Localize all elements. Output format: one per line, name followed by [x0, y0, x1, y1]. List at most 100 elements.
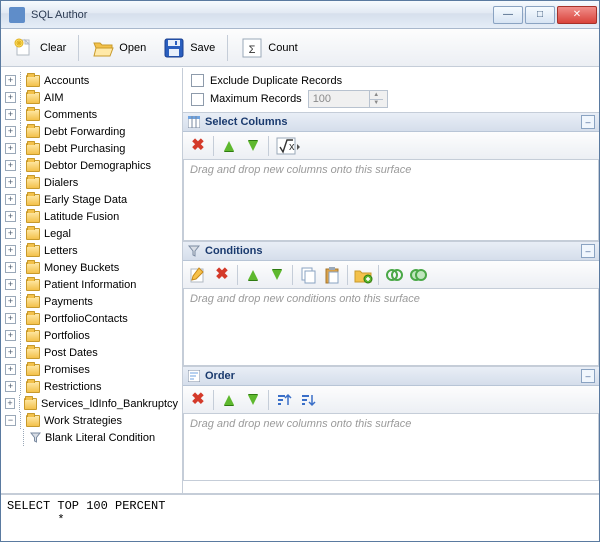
move-up-button[interactable]	[218, 135, 240, 157]
folder-open-icon	[91, 36, 115, 60]
tree-item[interactable]: +Latitude Fusion	[3, 208, 180, 225]
funnel-icon	[29, 432, 41, 444]
tree-item[interactable]: + Services_IdInfo_Bankruptcy	[3, 395, 180, 412]
expander-icon[interactable]: +	[5, 313, 16, 324]
tree-item[interactable]: +Payments	[3, 293, 180, 310]
copy-button[interactable]	[297, 264, 319, 286]
group-button[interactable]	[352, 264, 374, 286]
minimize-button[interactable]: —	[493, 6, 523, 24]
conditions-surface[interactable]: Drag and drop new conditions onto this s…	[183, 289, 599, 366]
move-down-button[interactable]	[242, 135, 264, 157]
tree-item[interactable]: + Post Dates	[3, 344, 180, 361]
expander-icon[interactable]: +	[5, 245, 16, 256]
select-columns-surface[interactable]: Drag and drop new columns onto this surf…	[183, 160, 599, 241]
maximum-records-input: 100 ▲▼	[308, 90, 388, 108]
tree-item[interactable]: +Legal	[3, 225, 180, 242]
aggregate-button[interactable]: x	[273, 135, 305, 157]
tree-item[interactable]: +Debt Purchasing	[3, 140, 180, 157]
tree-item[interactable]: + Money Buckets	[3, 259, 180, 276]
folder-icon	[26, 313, 40, 325]
arrow-up-icon	[224, 395, 234, 405]
filter-icon	[187, 244, 201, 258]
maximum-records-checkbox[interactable]	[191, 93, 204, 106]
delete-button[interactable]: ✖	[187, 135, 209, 157]
folder-icon	[26, 143, 40, 155]
expander-icon[interactable]: +	[5, 211, 16, 222]
and-group-button[interactable]	[383, 264, 405, 286]
expander-icon[interactable]: +	[5, 364, 16, 375]
order-surface[interactable]: Drag and drop new columns onto this surf…	[183, 414, 599, 481]
arrow-down-icon	[248, 141, 258, 151]
open-button[interactable]: Open	[84, 33, 153, 63]
collapse-button[interactable]: –	[581, 369, 595, 383]
tree-label: Post Dates	[42, 347, 100, 359]
collapse-button[interactable]: –	[581, 115, 595, 129]
arrow-up-icon	[224, 141, 234, 151]
tree-item[interactable]: +Comments	[3, 106, 180, 123]
tree-item[interactable]: +Portfolios	[3, 327, 180, 344]
spin-down[interactable]: ▼	[370, 100, 383, 108]
tree-item[interactable]: +Promises	[3, 361, 180, 378]
expander-icon[interactable]: +	[5, 381, 16, 392]
count-button[interactable]: Σ Count	[233, 33, 304, 63]
tree-label: Patient Information	[42, 279, 138, 291]
expander-icon[interactable]: +	[5, 92, 16, 103]
expander-icon[interactable]: +	[5, 75, 16, 86]
expander-icon[interactable]: +	[5, 296, 16, 307]
tree-label: Money Buckets	[42, 262, 121, 274]
options-area: Exclude Duplicate Records Maximum Record…	[183, 68, 599, 112]
delete-button[interactable]: ✖	[211, 264, 233, 286]
tree-item[interactable]: +Dialers	[3, 174, 180, 191]
spin-up[interactable]: ▲	[370, 91, 383, 100]
tree-item[interactable]: +PortfolioContacts	[3, 310, 180, 327]
expander-icon[interactable]: +	[5, 177, 16, 188]
tree-item[interactable]: + Patient Information	[3, 276, 180, 293]
move-up-button[interactable]	[218, 389, 240, 411]
sql-output[interactable]: SELECT TOP 100 PERCENT *	[1, 493, 599, 541]
close-button[interactable]: ✕	[557, 6, 597, 24]
tree-item[interactable]: +Debtor Demographics	[3, 157, 180, 174]
placeholder-text: Drag and drop new conditions onto this s…	[190, 293, 592, 305]
or-group-button[interactable]	[407, 264, 429, 286]
expander-icon[interactable]: +	[5, 160, 16, 171]
sort-asc-button[interactable]	[273, 389, 295, 411]
expander-icon[interactable]: +	[5, 279, 16, 290]
move-down-button[interactable]	[242, 389, 264, 411]
tree-item[interactable]: +Letters	[3, 242, 180, 259]
collapse-button[interactable]: –	[581, 244, 595, 258]
paste-button[interactable]	[321, 264, 343, 286]
tree-connector	[18, 344, 24, 361]
tree-item[interactable]: +Restrictions	[3, 378, 180, 395]
tree-item[interactable]: + AIM	[3, 89, 180, 106]
union-icon	[409, 267, 427, 283]
expander-icon[interactable]: +	[5, 330, 16, 341]
tree-item[interactable]: −Work Strategies	[3, 412, 180, 429]
maximize-button[interactable]: □	[525, 6, 555, 24]
tree-item[interactable]: +Early Stage Data	[3, 191, 180, 208]
sort-desc-button[interactable]	[297, 389, 319, 411]
tree-item[interactable]: +Debt Forwarding	[3, 123, 180, 140]
exclude-duplicates-checkbox[interactable]	[191, 74, 204, 87]
expander-icon[interactable]: +	[5, 228, 16, 239]
tree-connector	[18, 327, 24, 344]
expander-icon[interactable]: +	[5, 126, 16, 137]
expander-icon[interactable]: −	[5, 415, 16, 426]
select-columns-toolbar: ✖ x	[183, 132, 599, 160]
tree-item[interactable]: +Accounts	[3, 72, 180, 89]
tree-item[interactable]: Blank Literal Condition	[3, 429, 180, 446]
expander-icon[interactable]: +	[5, 109, 16, 120]
delete-button[interactable]: ✖	[187, 389, 209, 411]
edit-button[interactable]	[187, 264, 209, 286]
expander-icon[interactable]: +	[5, 347, 16, 358]
move-down-button[interactable]	[266, 264, 288, 286]
clear-button[interactable]: Clear	[5, 33, 73, 63]
tree-label: AIM	[42, 92, 66, 104]
expander-icon[interactable]: +	[5, 398, 15, 409]
move-up-button[interactable]	[242, 264, 264, 286]
tree-label: Services_IdInfo_Bankruptcy	[39, 398, 180, 410]
expander-icon[interactable]: +	[5, 262, 16, 273]
expander-icon[interactable]: +	[5, 143, 16, 154]
schema-tree[interactable]: +Accounts+AIM+Comments+Debt Forwarding+D…	[1, 68, 183, 493]
expander-icon[interactable]: +	[5, 194, 16, 205]
save-button[interactable]: Save	[155, 33, 222, 63]
